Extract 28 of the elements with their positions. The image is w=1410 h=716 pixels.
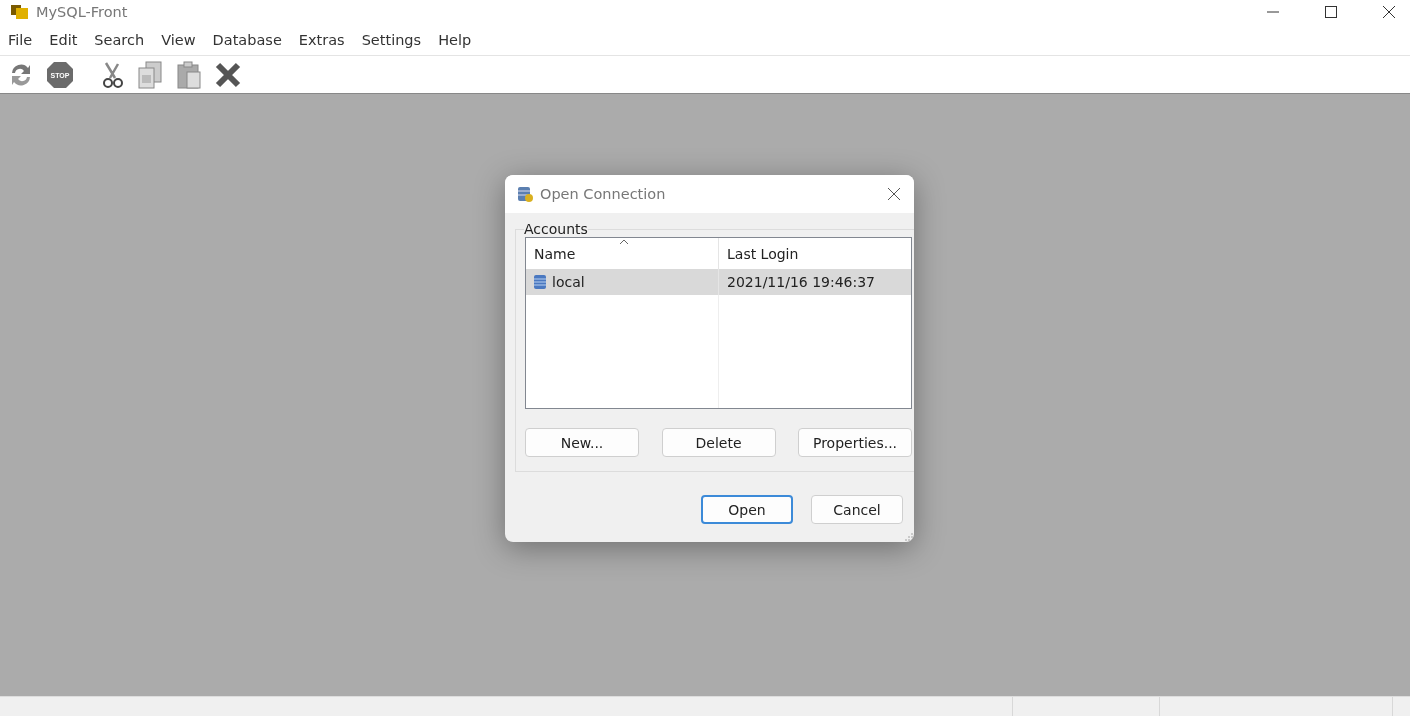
clipboard-icon[interactable] [174, 59, 204, 90]
resize-grip-icon[interactable] [905, 533, 913, 541]
close-icon[interactable] [1382, 5, 1396, 19]
app-logo-icon [10, 4, 30, 20]
account-name: local [552, 274, 585, 290]
menu-item[interactable]: Search [94, 31, 145, 48]
dialog-button[interactable]: Cancel [811, 495, 903, 524]
maximize-icon[interactable] [1324, 5, 1338, 19]
account-row[interactable]: local 2021/11/16 19:46:37 [526, 269, 911, 295]
dialog-button[interactable]: Open [701, 495, 793, 524]
menu-item[interactable]: Edit [49, 31, 78, 48]
account-button[interactable]: Properties... [798, 428, 912, 457]
last-login: 2021/11/16 19:46:37 [727, 274, 876, 290]
group-label: Accounts [524, 221, 588, 237]
dialog-title: Open Connection [540, 186, 666, 202]
close-icon[interactable] [887, 187, 901, 201]
menu-item[interactable]: File [8, 31, 33, 48]
menu-item[interactable]: Database [212, 31, 282, 48]
menu-item[interactable]: Settings [361, 31, 422, 48]
account-button[interactable]: New... [525, 428, 639, 457]
menu-item[interactable]: Help [438, 31, 472, 48]
database-icon [516, 185, 534, 203]
column-header[interactable]: Last Login [719, 238, 911, 269]
menu-item[interactable]: View [161, 31, 196, 48]
menu-item[interactable]: Extras [298, 31, 345, 48]
account-button[interactable]: Delete [661, 428, 776, 457]
window-title: MySQL-Front [36, 4, 128, 20]
database-icon [532, 274, 548, 290]
